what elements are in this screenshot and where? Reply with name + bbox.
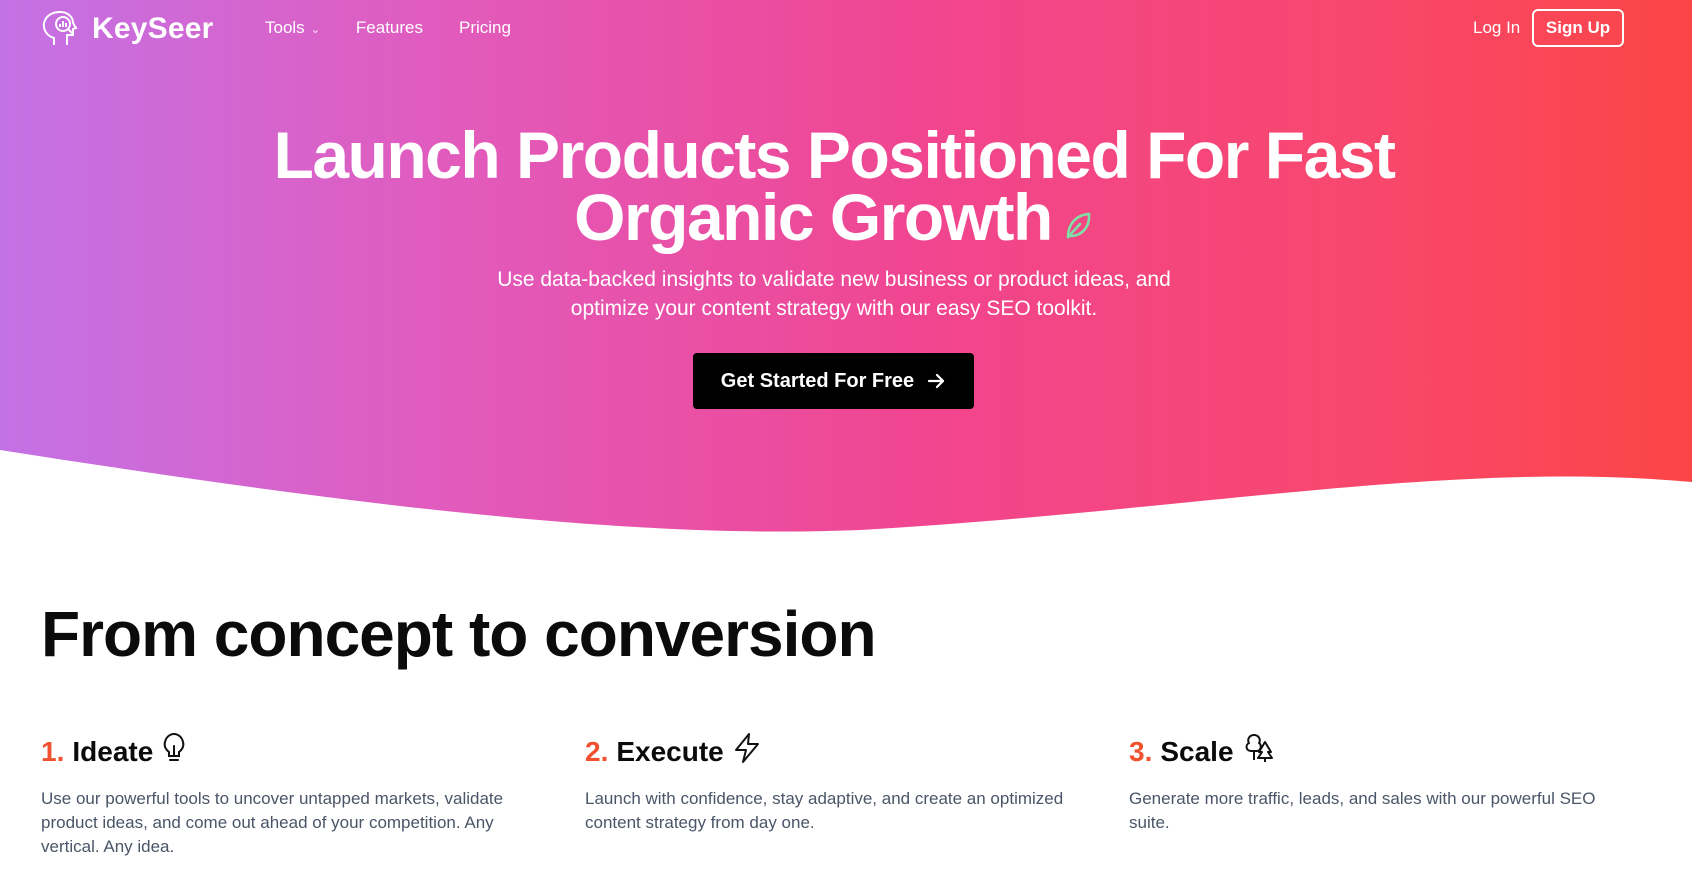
- hero-wave-divider: [0, 450, 1692, 580]
- cta-label: Get Started For Free: [720, 369, 915, 392]
- nav-item-label: Tools: [265, 18, 305, 37]
- lightning-icon: [732, 732, 762, 771]
- step-heading: 2. Execute: [585, 732, 1065, 771]
- chevron-down-icon: ⌄: [310, 23, 320, 36]
- step-number: 2.: [585, 735, 609, 767]
- nav-item-label: Pricing: [459, 18, 511, 37]
- step-ideate: 1. Ideate Use our powerful tools to unco…: [41, 732, 521, 859]
- step-title: Execute: [616, 735, 724, 767]
- headline-line-1: Launch Products Positioned For Fast: [273, 118, 1396, 192]
- step-description: Generate more traffic, leads, and sales …: [1129, 789, 1596, 832]
- step-number: 3.: [1129, 735, 1153, 767]
- step-description: Launch with confidence, stay adaptive, a…: [585, 789, 1064, 832]
- get-started-button[interactable]: Get Started For Free: [693, 353, 974, 409]
- nav-item-features[interactable]: Features: [356, 18, 423, 38]
- nav-links: Tools ⌄ Features Pricing: [265, 18, 511, 38]
- brain-search-icon: [40, 10, 84, 48]
- nav-item-label: Features: [355, 18, 423, 37]
- lightbulb-icon: [161, 732, 187, 771]
- arrow-right-icon: [926, 371, 946, 391]
- hero-subtitle: Use data-backed insights to validate new…: [0, 265, 1668, 323]
- step-scale: 3. Scale Generate more traffic, leads, a…: [1129, 732, 1609, 835]
- brand-logo[interactable]: KeySeer: [40, 10, 214, 48]
- step-heading: 3. Scale: [1129, 732, 1609, 771]
- signup-label: Sign Up: [1545, 18, 1611, 37]
- subtitle-line-2: optimize your content strategy with our …: [570, 297, 1098, 320]
- step-number: 1.: [41, 735, 65, 767]
- step-description: Use our powerful tools to uncover untapp…: [41, 789, 504, 856]
- hero-headline: Launch Products Positioned For Fast Orga…: [0, 118, 1668, 254]
- section-title: From concept to conversion: [41, 598, 877, 670]
- top-nav: KeySeer Tools ⌄ Features Pricing Log In …: [0, 0, 1692, 58]
- step-execute: 2. Execute Launch with confidence, stay …: [585, 732, 1065, 835]
- brand-name: KeySeer: [92, 12, 214, 45]
- signup-button[interactable]: Sign Up: [1532, 9, 1624, 47]
- step-title: Ideate: [72, 735, 154, 767]
- headline-line-2: Organic Growth: [0, 184, 1668, 254]
- step-title: Scale: [1160, 735, 1234, 767]
- nav-item-pricing[interactable]: Pricing: [459, 18, 511, 38]
- subtitle-line-1: Use data-backed insights to validate new…: [497, 268, 1171, 291]
- leaf-icon: [1062, 188, 1094, 250]
- headline-line-2-text: Organic Growth: [574, 180, 1053, 254]
- trees-icon: [1242, 732, 1274, 771]
- login-link[interactable]: Log In: [1473, 18, 1520, 38]
- step-heading: 1. Ideate: [41, 732, 521, 771]
- nav-item-tools[interactable]: Tools ⌄: [265, 18, 320, 38]
